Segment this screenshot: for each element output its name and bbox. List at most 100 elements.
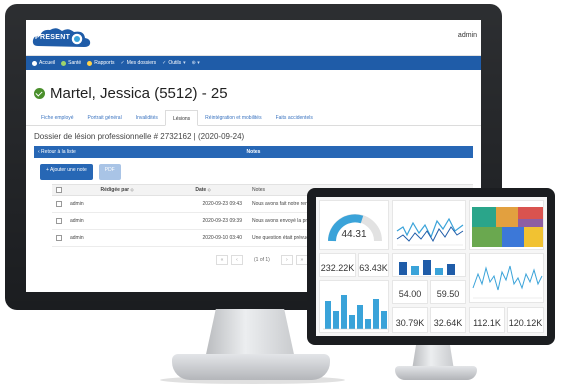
add-note-button[interactable]: + Ajouter une note <box>40 164 93 180</box>
reports-icon <box>87 60 93 66</box>
kpi-value: 30.79K <box>395 318 425 328</box>
more-icon: ⊕ ▾ <box>191 60 200 66</box>
nav-item-more[interactable]: ⊕ ▾ <box>192 60 200 66</box>
brand-name: PRESENT <box>35 34 71 41</box>
chevron-down-icon: ▾ <box>183 60 186 66</box>
home-icon <box>32 60 37 66</box>
tab-employee-card[interactable]: Fiche employé <box>34 110 81 125</box>
main-nav: Accueil Santé Rapports ✓ Mes dossiers ✓ Ou… <box>26 56 481 70</box>
kpi-card: 30.79K <box>392 307 428 333</box>
column-header-author[interactable]: Rédigée par ◇ <box>66 187 164 193</box>
treemap-cell <box>472 207 496 227</box>
kpi-value: 112.1K <box>473 318 501 328</box>
row-checkbox[interactable] <box>56 235 62 241</box>
kpi-value: 32.64K <box>433 318 463 328</box>
tab-general-portrait[interactable]: Portrait général <box>81 110 129 125</box>
sort-icon: ◇ <box>207 187 211 192</box>
kpi-value: 120.12K <box>508 318 543 328</box>
bar-chart <box>323 295 388 330</box>
nav-label: Outils <box>168 60 182 66</box>
area-chart <box>396 217 464 246</box>
nav-item-home[interactable]: Accueil <box>32 60 55 66</box>
next-page-button[interactable]: › <box>280 255 293 265</box>
treemap-cell <box>496 207 518 227</box>
page-info: (1 of 1) <box>254 257 270 263</box>
kpi-card: 112.1K <box>469 307 505 333</box>
cell-date: 2020-09-10 03:40 <box>202 235 242 241</box>
tab-injuries[interactable]: Lésions <box>164 110 199 126</box>
row-checkbox[interactable] <box>56 201 62 207</box>
kpi-card: 120.12K <box>507 307 544 333</box>
user-menu[interactable]: admin <box>458 32 477 39</box>
treemap-cell <box>518 207 543 219</box>
treemap-cell <box>472 227 502 247</box>
cell-date: 2020-09-23 09:39 <box>202 218 242 224</box>
line-chart <box>472 265 543 299</box>
app-header: PRESENT admin <box>26 20 481 56</box>
column-label: Date <box>195 187 207 193</box>
kpi-card: 32.64K <box>430 307 466 333</box>
row-select-cell <box>52 235 66 241</box>
nav-item-health[interactable]: Santé <box>61 60 81 66</box>
nav-item-folders[interactable]: ✓ Mes dossiers <box>121 60 157 66</box>
employee-title: Martel, Jessica (5512) - 25 <box>50 84 228 102</box>
gauge-card: 44.31 <box>319 200 389 250</box>
line-chart-card <box>469 253 544 303</box>
kpi-value: 54.00 <box>398 289 422 299</box>
kpi-card: 63.43K <box>358 253 389 277</box>
monitor-neck <box>205 309 295 359</box>
nav-label: Santé <box>68 60 82 66</box>
prev-page-button[interactable]: ‹ <box>231 255 243 265</box>
small-bar-chart-card <box>392 253 466 277</box>
folder-icon: ✓ <box>120 60 125 66</box>
gauge-chart <box>328 214 382 242</box>
nav-label: Rapports <box>94 60 115 66</box>
treemap-card <box>469 200 544 250</box>
tab-reintegration[interactable]: Réintégration et mobilités <box>198 110 268 125</box>
first-page-button[interactable]: « <box>216 255 228 265</box>
panel-title: Notes <box>246 149 261 155</box>
row-checkbox[interactable] <box>56 218 62 224</box>
kpi-card: 54.00 <box>392 280 428 304</box>
sort-icon: ◇ <box>130 187 134 192</box>
check-icon <box>34 87 45 99</box>
tools-icon: ✓ <box>162 60 167 66</box>
kpi-card: 59.50 <box>430 280 466 304</box>
pdf-button[interactable]: PDF <box>98 164 121 180</box>
treemap-cell <box>502 227 524 247</box>
gauge-value: 44.31 <box>341 229 367 240</box>
column-header-date[interactable]: Date ◇ <box>164 187 246 193</box>
file-title: Dossier de lésion professionnelle # 2732… <box>34 132 245 141</box>
select-all-cell <box>52 187 66 193</box>
treemap-cell <box>524 227 543 247</box>
kpi-value: 232.22K <box>320 263 355 273</box>
tab-disabilities[interactable]: Invalidités <box>129 110 165 125</box>
secondary-display: 44.31 232.22K 63.43K 54.00 59.50 30.79K … <box>307 188 555 345</box>
monitor-base <box>172 354 330 380</box>
kpi-card: 232.22K <box>319 253 356 277</box>
tab-accidents[interactable]: Faits accidentels <box>269 110 320 125</box>
health-icon <box>61 60 67 66</box>
employee-tabs: Fiche employé Portrait général Invalidit… <box>26 110 481 126</box>
notes-panel-header: ‹ Retour à la liste Notes <box>34 146 473 158</box>
row-select-cell <box>52 201 66 207</box>
laptop-stand-base <box>395 366 477 380</box>
cell-author: admin <box>70 218 84 224</box>
kpi-value: 59.50 <box>436 289 460 299</box>
nav-item-tools[interactable]: ✓ Outils ▾ <box>162 60 186 66</box>
row-select-cell <box>52 218 66 224</box>
nav-label: Mes dossiers <box>126 60 157 66</box>
cell-author: admin <box>70 235 84 241</box>
back-to-list-link[interactable]: ‹ Retour à la liste <box>34 149 76 155</box>
brand-logo[interactable]: PRESENT <box>32 26 92 50</box>
nav-label: Accueil <box>39 60 56 66</box>
cell-author: admin <box>70 201 84 207</box>
employee-header: Martel, Jessica (5512) - 25 <box>26 70 481 104</box>
small-bar-chart <box>399 260 455 275</box>
nav-item-reports[interactable]: Rapports <box>87 60 115 66</box>
treemap-cell <box>518 219 543 227</box>
action-buttons: + Ajouter une note PDF <box>26 158 481 180</box>
kpi-value: 63.43K <box>359 263 388 273</box>
cell-date: 2020-09-23 09:43 <box>202 201 242 207</box>
select-all-checkbox[interactable] <box>56 187 62 193</box>
